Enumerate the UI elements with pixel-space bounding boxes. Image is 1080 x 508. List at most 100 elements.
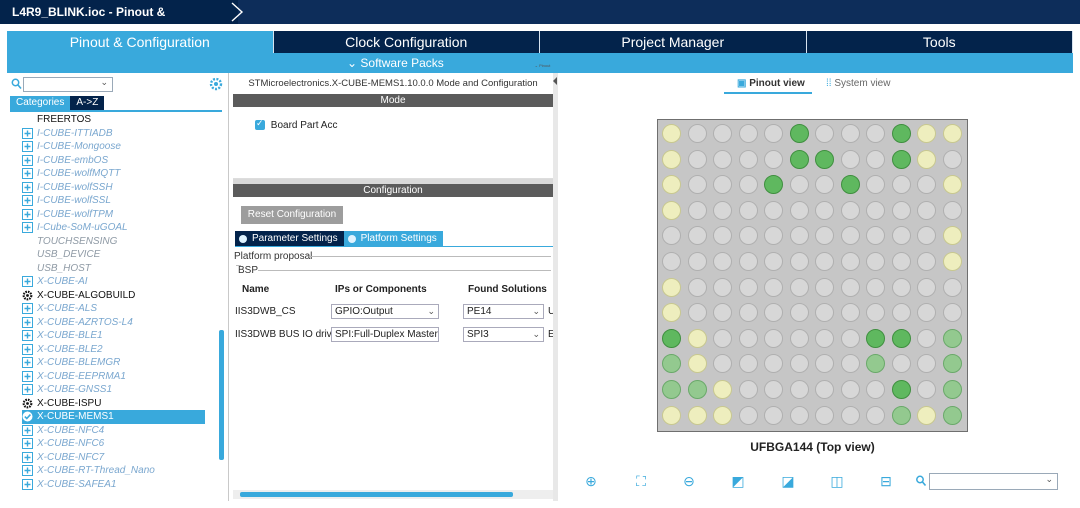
tree-item[interactable]: X-CUBE-NFC4	[22, 424, 217, 438]
chip-pin[interactable]	[662, 226, 681, 246]
rotate-left-icon[interactable]: ◩	[729, 472, 747, 490]
board-part-checkbox[interactable]	[255, 118, 265, 131]
tab-clock-configuration[interactable]: Clock Configuration	[273, 31, 540, 53]
breadcrumb-project[interactable]: L4R9_BLINK.ioc - Pinout & Configuration	[0, 0, 238, 43]
chip-pin[interactable]	[917, 303, 936, 323]
chip-pin[interactable]	[891, 277, 911, 297]
chip-pin[interactable]	[713, 380, 732, 399]
chip-pin[interactable]	[891, 124, 911, 143]
found-select[interactable]: PE14 ⌄	[463, 304, 544, 319]
chip-pin[interactable]	[917, 354, 936, 374]
chip-pin[interactable]	[942, 149, 962, 169]
chip-pin[interactable]	[942, 277, 962, 297]
chip-pin[interactable]	[942, 328, 962, 348]
chip-pin[interactable]	[738, 252, 758, 271]
tree-item[interactable]: X-CUBE-MEMS1	[22, 410, 205, 424]
tree-item[interactable]: X-CUBE-SAFEA1	[22, 478, 217, 492]
tree-item[interactable]: TOUCHSENSING	[22, 235, 217, 249]
chip-pin[interactable]	[738, 200, 758, 220]
chip-pin[interactable]	[815, 380, 834, 399]
tree-item[interactable]: I-CUBE-wolfTPM	[22, 208, 217, 222]
zoom-in-icon[interactable]: ⊕	[582, 472, 600, 490]
chip-pin[interactable]	[815, 252, 834, 271]
tab-categories[interactable]: Categories	[10, 96, 71, 110]
chip-pin[interactable]	[687, 226, 707, 246]
chip-pin[interactable]	[942, 226, 962, 246]
tree-item[interactable]: I-CUBE-ITTIADB	[22, 127, 217, 141]
chip-pin[interactable]	[789, 149, 809, 169]
chip-pin[interactable]	[789, 175, 809, 195]
chip-pin[interactable]	[866, 124, 885, 143]
chip-pin[interactable]	[866, 303, 885, 323]
chip-pin[interactable]	[687, 200, 707, 220]
chip-pin[interactable]	[891, 405, 911, 425]
gear-icon[interactable]	[209, 77, 223, 91]
chip-pin[interactable]	[713, 175, 732, 195]
tab-pinout-configuration[interactable]: Pinout & Configuration	[7, 31, 274, 53]
chip-pin[interactable]	[789, 354, 809, 374]
chip-pin[interactable]	[738, 149, 758, 169]
chip-pin[interactable]	[713, 277, 732, 297]
chip-pin[interactable]	[738, 303, 758, 323]
chip-pin[interactable]	[840, 328, 860, 348]
tree-item[interactable]: I-CUBE-wolfSSH	[22, 181, 217, 195]
rotate-right-icon[interactable]: ◪	[779, 472, 797, 490]
chip-pin[interactable]	[713, 252, 732, 271]
chip-pin[interactable]	[789, 405, 809, 425]
chip-pin[interactable]	[713, 124, 732, 143]
chip-pin[interactable]	[687, 124, 707, 143]
tab-parameter-settings[interactable]: Parameter Settings	[235, 231, 344, 246]
tree-item[interactable]: X-CUBE-AI	[22, 275, 217, 289]
chip-pin[interactable]	[789, 328, 809, 348]
chip-pin[interactable]	[687, 328, 707, 348]
chip-pin[interactable]	[738, 175, 758, 195]
tree-item[interactable]: I-CUBE-wolfMQTT	[22, 167, 217, 181]
chip-pin[interactable]	[891, 328, 911, 348]
chip-pin[interactable]	[764, 252, 783, 271]
chip-pin[interactable]	[866, 149, 885, 169]
chip-pin[interactable]	[917, 277, 936, 297]
chip-pin[interactable]	[662, 124, 681, 143]
chip-pin[interactable]	[687, 354, 707, 374]
chip-pin[interactable]	[764, 226, 783, 246]
chip-pin[interactable]	[764, 124, 783, 143]
chip-pin[interactable]	[713, 149, 732, 169]
chip-pin[interactable]	[866, 405, 885, 425]
tree-item[interactable]: I-CUBE-embOS	[22, 154, 217, 168]
tree-item[interactable]: X-CUBE-GNSS1	[22, 383, 217, 397]
tree-item[interactable]: X-CUBE-ALGOBUILD	[22, 289, 217, 303]
chip-pin[interactable]	[815, 328, 834, 348]
tree-item[interactable]: X-CUBE-BLEMGR	[22, 356, 217, 370]
chip-pin[interactable]	[840, 405, 860, 425]
chip-pin[interactable]	[866, 380, 885, 399]
chip-pin[interactable]	[917, 405, 936, 425]
board-part-row[interactable]: Board Part Acc	[255, 118, 337, 131]
tree-item[interactable]: X-CUBE-ISPU	[22, 397, 217, 411]
tree-scrollbar[interactable]	[219, 330, 224, 460]
chip-pin[interactable]	[764, 277, 783, 297]
chip-pin[interactable]	[815, 175, 834, 195]
tab-platform-settings[interactable]: Platform Settings	[343, 231, 443, 246]
tree-item[interactable]: X-CUBE-ALS	[22, 302, 217, 316]
tab-project-manager[interactable]: Project Manager	[540, 31, 807, 53]
chip-pin[interactable]	[713, 303, 732, 323]
chip-pin[interactable]	[840, 226, 860, 246]
tree-item[interactable]: X-CUBE-BLE1	[22, 329, 217, 343]
chip-pin[interactable]	[942, 354, 962, 374]
reset-configuration-button[interactable]: Reset Configuration	[241, 206, 343, 224]
chip-pin[interactable]	[866, 200, 885, 220]
search-input[interactable]: ⌄	[23, 77, 113, 92]
chip-pin[interactable]	[840, 354, 860, 374]
chip-pin[interactable]	[764, 405, 783, 425]
chip-pin[interactable]	[840, 124, 860, 143]
system-view-tab[interactable]: ⁞⁞ System view	[826, 78, 890, 89]
chip-pin[interactable]	[891, 303, 911, 323]
tree-item[interactable]: I-CUBE-Mongoose	[22, 140, 217, 154]
flip-horizontal-icon[interactable]: ⊟	[877, 472, 895, 490]
chip-pin[interactable]	[764, 175, 783, 195]
chip-pin[interactable]	[789, 124, 809, 143]
chip-pin[interactable]	[789, 252, 809, 271]
chip-pin[interactable]	[713, 328, 732, 348]
tab-a-z[interactable]: A->Z	[70, 96, 105, 110]
tree-item[interactable]: X-CUBE-AZRTOS-L4	[22, 316, 217, 330]
